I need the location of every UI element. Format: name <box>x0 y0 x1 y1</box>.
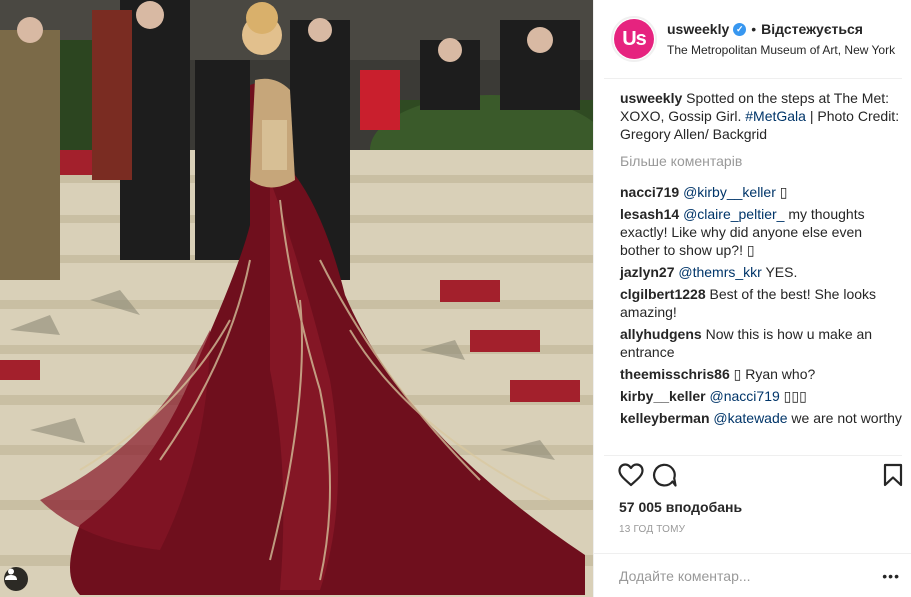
post-caption: usweekly Spotted on the steps at The Met… <box>620 89 902 143</box>
like-button[interactable] <box>618 463 644 490</box>
save-button[interactable] <box>883 463 903 490</box>
comment-button[interactable] <box>652 463 677 490</box>
comment-item: jazlyn27 @themrs_kkr YES. <box>620 263 902 281</box>
comment-username[interactable]: allyhudgens <box>620 326 702 342</box>
header-text: usweekly ✓ • Відстежується The Metropoli… <box>667 21 895 57</box>
more-options-button[interactable]: ••• <box>882 568 900 584</box>
post-actions <box>618 463 903 491</box>
comment-item: clgilbert1228 Best of the best! She look… <box>620 285 902 321</box>
comment-mention[interactable]: @nacci719 <box>710 388 780 404</box>
header-row: usweekly ✓ • Відстежується <box>667 21 895 37</box>
add-comment-bar: Додайте коментар... ••• <box>594 553 911 597</box>
comment-item: nacci719 @kirby__keller ▯ <box>620 183 902 201</box>
comments-section: usweekly Spotted on the steps at The Met… <box>620 89 902 431</box>
comment-username[interactable]: jazlyn27 <box>620 264 674 280</box>
comment-username[interactable]: kelleyberman <box>620 410 710 426</box>
avatar[interactable]: Us <box>611 16 657 62</box>
caption-username[interactable]: usweekly <box>620 90 682 106</box>
user-tag-button[interactable] <box>4 567 28 591</box>
comment-bubble-icon <box>653 463 677 487</box>
heart-icon <box>618 463 644 487</box>
comment-username[interactable]: lesash14 <box>620 206 679 222</box>
post-photo[interactable] <box>0 0 593 597</box>
verified-badge-icon: ✓ <box>733 22 747 36</box>
follow-button[interactable]: Відстежується <box>761 21 863 37</box>
photo-illustration <box>0 0 593 597</box>
comment-item: lesash14 @claire_peltier_ my thoughts ex… <box>620 205 902 259</box>
comment-text: YES. <box>761 264 798 280</box>
comment-item: kirby__keller @nacci719 ▯▯▯ <box>620 387 902 405</box>
comment-text: we are not worthy <box>787 410 902 426</box>
bookmark-icon <box>883 463 903 487</box>
instagram-post: Us usweekly ✓ • Відстежується The Metrop… <box>0 0 911 597</box>
avatar-logo: Us <box>614 19 654 59</box>
comment-username[interactable]: theemisschris86 <box>620 366 730 382</box>
comment-mention[interactable]: @kirby__keller <box>683 184 776 200</box>
comment-item: allyhudgens Now this is how u make an en… <box>620 325 902 361</box>
post-timestamp[interactable]: 13 ГОД ТОМУ <box>619 524 685 535</box>
user-tag-icon <box>5 568 17 580</box>
comment-mention[interactable]: @themrs_kkr <box>678 264 761 280</box>
comment-username[interactable]: nacci719 <box>620 184 679 200</box>
comment-username[interactable]: kirby__keller <box>620 388 706 404</box>
post-header: Us usweekly ✓ • Відстежується The Metrop… <box>594 0 911 78</box>
comment-mention[interactable]: @katewade <box>713 410 787 426</box>
load-more-comments[interactable]: Більше коментарів <box>620 152 902 170</box>
comment-username[interactable]: clgilbert1228 <box>620 286 706 302</box>
caption-hashtag[interactable]: #MetGala <box>745 108 806 124</box>
header-username[interactable]: usweekly <box>667 21 729 37</box>
comment-item: kelleyberman @katewade we are not worthy <box>620 409 902 427</box>
comment-text: ▯▯▯ <box>779 388 807 404</box>
comment-item: theemisschris86 ▯ Ryan who? <box>620 365 902 383</box>
header-separator: • <box>751 21 757 37</box>
likes-count[interactable]: 57 005 вподобань <box>619 499 742 515</box>
post-side-panel: Us usweekly ✓ • Відстежується The Metrop… <box>593 0 911 597</box>
comment-mention[interactable]: @claire_peltier_ <box>683 206 784 222</box>
comment-text: ▯ <box>775 184 788 200</box>
location-link[interactable]: The Metropolitan Museum of Art, New York <box>667 43 895 57</box>
comment-text: ▯ Ryan who? <box>733 366 816 382</box>
header-divider <box>604 78 902 79</box>
add-comment-input[interactable]: Додайте коментар... <box>619 568 751 584</box>
actions-divider <box>604 455 902 456</box>
